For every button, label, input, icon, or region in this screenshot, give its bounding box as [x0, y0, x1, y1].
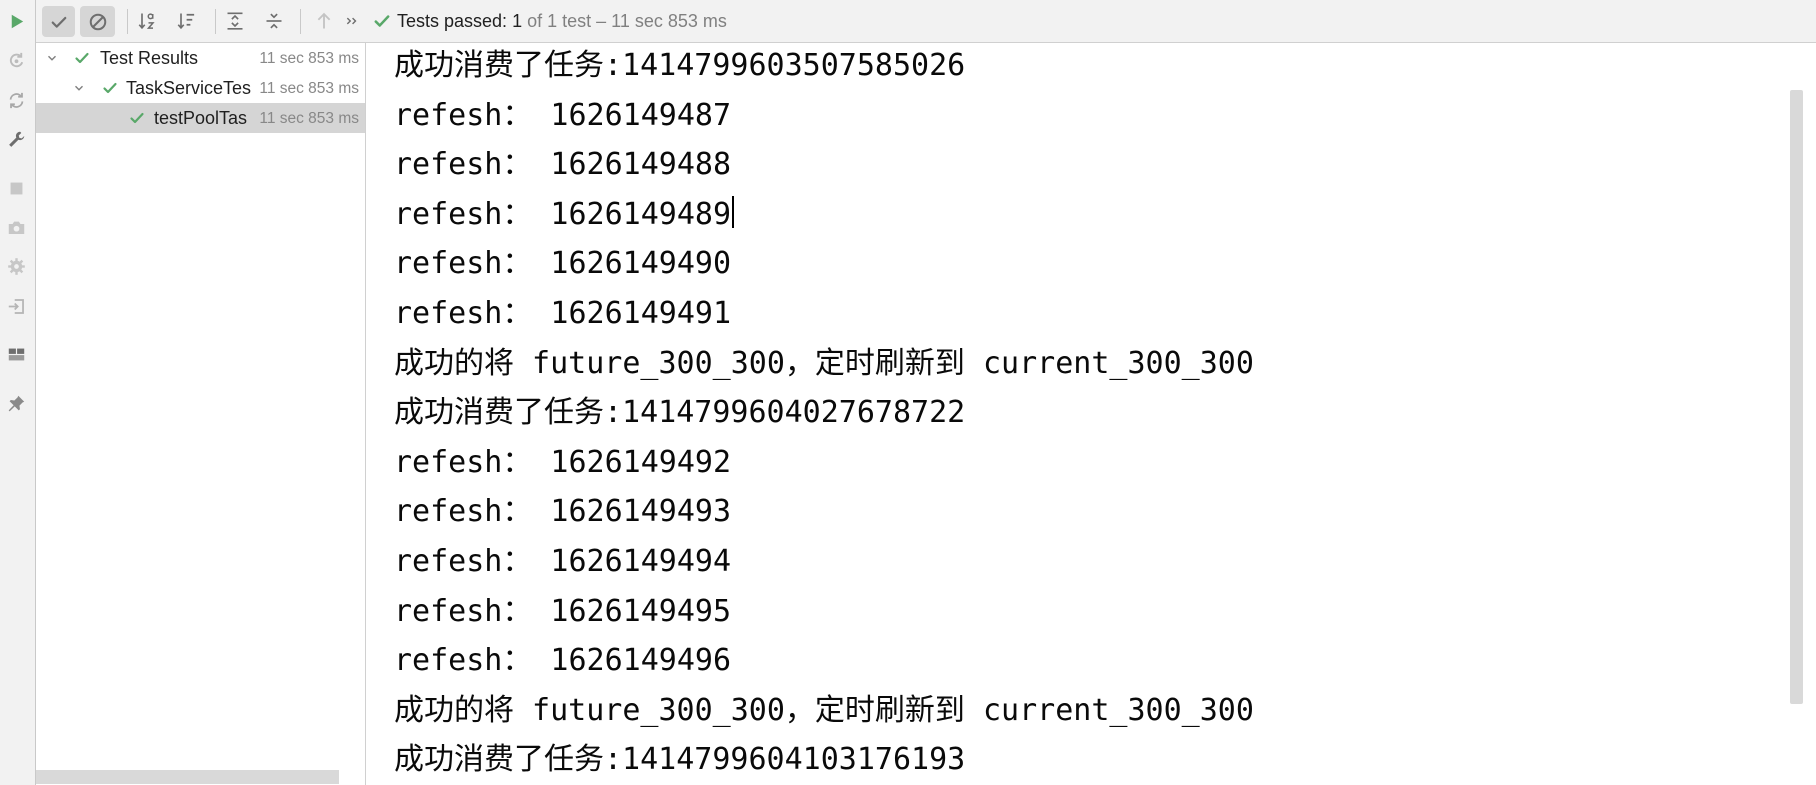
tree-item-label: testPoolTas [154, 108, 248, 128]
pin-icon [8, 395, 24, 411]
tree-item-duration: 11 sec 853 ms [259, 110, 359, 127]
pin-tab-button[interactable] [4, 391, 28, 415]
test-status-summary: Tests passed: 1 of 1 test – 11 sec 853 m… [397, 0, 727, 42]
console-vertical-scrollbar[interactable] [1790, 90, 1803, 704]
console-line: refesh： 1626149487 [394, 97, 732, 133]
status-detail: of 1 test – 11 sec 853 ms [527, 11, 727, 31]
tree-item-label: TaskServiceTes [126, 78, 252, 98]
collapse-all-button[interactable] [264, 11, 284, 31]
console-line-text: refesh： 1626149489 [394, 196, 732, 232]
sort-alphabetically-icon [138, 13, 155, 30]
stop-button[interactable] [4, 176, 28, 200]
collapse-all-icon [266, 13, 282, 29]
camera-icon [8, 221, 24, 234]
console-line: 成功的将 future_300_300，定时刷新到 current_300_30… [394, 345, 1254, 381]
chevron-down-icon[interactable] [73, 82, 85, 94]
double-chevron-right-icon [346, 17, 357, 25]
expand-all-icon [227, 12, 243, 30]
run-icon [11, 14, 23, 28]
toggle-auto-test-icon [9, 92, 23, 108]
passed-check-icon [374, 15, 390, 27]
test-passed-icon [102, 80, 118, 96]
toolbar-separator [300, 9, 301, 34]
toggle-auto-test-button[interactable] [4, 88, 28, 112]
previous-failed-test-button[interactable] [314, 11, 334, 31]
show-passed-button[interactable] [42, 6, 75, 37]
show-ignored-button[interactable] [80, 6, 115, 37]
status-passed-count: 1 [512, 11, 523, 31]
console-line: 成功的将 future_300_300，定时刷新到 current_300_30… [394, 692, 1254, 728]
console-line: 成功消费了任务:1414799604103176193 [394, 742, 966, 778]
expand-all-button[interactable] [225, 11, 245, 31]
console-line: 成功消费了任务:1414799604027678722 [394, 395, 966, 431]
console-output[interactable]: 成功消费了任务:1414799603507585026 refesh： 1626… [366, 43, 1816, 785]
circle-slash-icon [89, 13, 106, 30]
rerun-failed-tests-button[interactable] [4, 48, 28, 72]
console-line: refesh： 1626149488 [394, 147, 732, 183]
console-line: refesh： 1626149495 [394, 593, 732, 629]
toolbar-separator [215, 9, 216, 34]
status-label: Tests passed: [397, 11, 508, 31]
tree-item-test-results[interactable]: Test Results 11 sec 853 ms [36, 43, 365, 73]
toolbar-separator [127, 9, 128, 34]
console-line: refesh： 1626149493 [394, 494, 732, 530]
test-runner-toolbar: Tests passed: 1 of 1 test – 11 sec 853 m… [36, 0, 1816, 43]
check-icon [51, 16, 66, 28]
console-line: refesh： 1626149489 [394, 190, 1254, 240]
gear-icon [7, 257, 25, 275]
run-window-left-toolbar [0, 0, 36, 785]
test-passed-icon [74, 50, 90, 66]
tree-item-test-class[interactable]: TaskServiceTes 11 sec 853 ms [36, 73, 365, 103]
sort-by-duration-button[interactable] [176, 11, 196, 31]
console-line: refesh： 1626149494 [394, 543, 732, 579]
text-caret [732, 196, 735, 229]
tree-item-label: Test Results [100, 48, 199, 68]
rerun-button[interactable] [4, 9, 28, 33]
arrow-up-icon [317, 12, 331, 29]
dump-threads-button[interactable] [4, 215, 28, 239]
sort-by-duration-icon [177, 13, 195, 30]
console-line: refesh： 1626149490 [394, 246, 732, 282]
tree-horizontal-scrollbar[interactable] [36, 770, 339, 784]
tree-item-duration: 11 sec 853 ms [259, 50, 359, 67]
rerun-failed-icon [9, 52, 23, 67]
more-actions-button[interactable] [345, 11, 359, 31]
import-icon [8, 298, 24, 314]
console-line: refesh： 1626149496 [394, 643, 732, 679]
console-line: 成功消费了任务:1414799603507585026 [394, 48, 966, 83]
test-results-tree[interactable]: Test Results 11 sec 853 ms TaskServiceTe… [36, 43, 366, 785]
layout-button[interactable] [4, 342, 28, 366]
import-tests-button[interactable] [4, 294, 28, 318]
console-line: refesh： 1626149491 [394, 295, 732, 331]
console-line: refesh： 1626149492 [394, 444, 732, 480]
stop-icon [10, 182, 22, 194]
chevron-down-icon[interactable] [46, 52, 58, 64]
settings-button[interactable] [4, 254, 28, 278]
console-lines: 成功消费了任务:1414799603507585026 refesh： 1626… [394, 43, 1254, 785]
sort-alphabetically-button[interactable] [137, 11, 157, 31]
wrench-icon [8, 131, 24, 147]
layout-icon [8, 348, 24, 360]
tree-item-test-method[interactable]: testPoolTas 11 sec 853 ms [36, 103, 365, 133]
tree-item-duration: 11 sec 853 ms [259, 80, 359, 97]
modify-run-configuration-button[interactable] [4, 127, 28, 151]
test-passed-icon [129, 110, 145, 126]
status-icon [373, 11, 391, 31]
